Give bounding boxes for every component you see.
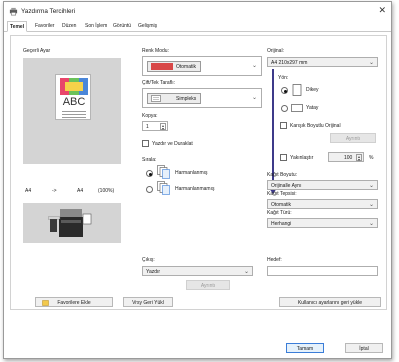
text-line: [62, 114, 86, 115]
restore-user-settings-button[interactable]: Kullanıcı ayarlarını geri yükle: [279, 297, 381, 307]
zoom-checkbox[interactable]: [280, 154, 287, 161]
uncollated-radio[interactable]: [146, 186, 153, 193]
destination-input[interactable]: [267, 266, 378, 276]
collated-label: Harmanlanmış: [175, 170, 208, 176]
landscape-label: Yatay: [306, 105, 319, 111]
duplex-value: Simpleks: [147, 93, 202, 104]
orientation-label: Yön:: [278, 75, 289, 81]
tab-finishing[interactable]: Son İşlem: [85, 23, 107, 29]
favorite-folder-icon: [42, 300, 49, 306]
tab-basic[interactable]: Temel: [7, 21, 28, 32]
color-mode-label: Renk Modu:: [142, 48, 169, 54]
source-size: A4: [25, 188, 32, 194]
color-mode-select[interactable]: Otomatik ⌄: [142, 56, 262, 76]
original-label: Orijinal:: [267, 48, 284, 54]
copies-stepper[interactable]: 1 ▴ ▾: [142, 121, 168, 131]
original-detail-button[interactable]: Ayrıntı: [330, 133, 376, 143]
landscape-icon: [291, 104, 303, 112]
paper-tray-label: Kağıt Tepsisi:: [267, 191, 297, 197]
preview-sample-text: ABC: [62, 96, 86, 108]
text-line: [62, 117, 86, 118]
duplex-select[interactable]: Simpleks ⌄: [142, 88, 262, 108]
tab-strip: Temel Favoriler Düzen Son İşlem Görüntü …: [4, 21, 391, 32]
tab-image[interactable]: Görüntü: [113, 23, 131, 29]
tab-layout[interactable]: Düzen: [62, 23, 76, 29]
chevron-down-icon: ⌄: [368, 221, 374, 227]
landscape-radio[interactable]: [281, 105, 288, 112]
paper-tray-select[interactable]: Otomatik ⌄: [267, 199, 378, 209]
print-preferences-window: Yazdırma Tercihleri ✕ Temel Favoriler Dü…: [3, 1, 392, 359]
size-arrow: ->: [52, 188, 57, 194]
tab-favorites[interactable]: Favoriler: [35, 23, 54, 29]
print-and-pause-label: Yazdır ve Duraklat: [152, 141, 193, 147]
mixed-size-label: Karışık Boyutlu Orijinal: [290, 123, 341, 129]
auto-color-icon: [151, 63, 173, 70]
page-preview: ABC: [23, 58, 121, 164]
cancel-button[interactable]: İptal: [345, 343, 383, 353]
zoom-stepper[interactable]: 100 ▴ ▾: [328, 152, 364, 162]
paper-size-select[interactable]: Orijinalle Aynı ⌄: [267, 180, 378, 190]
uncollated-icon: [157, 181, 170, 195]
paper-size-label: Kağıt Boyutu:: [267, 172, 298, 178]
collate-label: Sırala:: [142, 157, 157, 163]
close-icon[interactable]: ✕: [378, 6, 386, 15]
color-mode-value: Otomatik: [147, 61, 202, 72]
title-bar: Yazdırma Tercihleri ✕: [4, 2, 391, 21]
mixed-size-checkbox[interactable]: [280, 122, 287, 129]
chevron-down-icon: ⌄: [368, 60, 374, 66]
destination-label: Hedef:: [267, 257, 282, 263]
output-label: Çıkış:: [142, 257, 155, 263]
print-and-pause-checkbox[interactable]: [142, 140, 149, 147]
portrait-label: Dikey: [306, 87, 319, 93]
chevron-down-icon: ⌄: [368, 183, 374, 189]
text-line: [62, 111, 86, 112]
current-setting-heading: Geçerli Ayar: [23, 48, 51, 54]
printer-machine-icon: [48, 209, 92, 237]
portrait-radio[interactable]: [281, 87, 288, 94]
printer-app-icon: [9, 7, 18, 16]
output-detail-button[interactable]: Ayrıntı: [186, 280, 230, 290]
chevron-down-icon: ⌄: [251, 95, 257, 101]
window-title: Yazdırma Tercihleri: [21, 8, 76, 15]
spin-arrows-icon[interactable]: ▴ ▾: [356, 154, 362, 162]
duplex-label: Çift/Tek Taraflı:: [142, 80, 175, 86]
scale-percent: (100%): [98, 188, 115, 194]
original-size-select[interactable]: A4 210x297 mm ⌄: [267, 57, 378, 67]
chevron-down-icon: ⌄: [251, 63, 257, 69]
simplex-page-icon: [151, 95, 161, 102]
color-image-icon: [60, 78, 88, 95]
portrait-icon: [292, 84, 302, 96]
paper-type-label: Kağıt Türü:: [267, 210, 292, 216]
basic-settings-panel: Geçerli Ayar ABC A4 -> A4 (100%) Renk Mo…: [10, 35, 387, 310]
restore-defaults-button[interactable]: Vrsy Geri Yükl: [123, 297, 173, 307]
tab-advanced[interactable]: Gelişmiş: [138, 23, 157, 29]
collated-icon: [157, 165, 170, 179]
output-select[interactable]: Yazdır ⌄: [142, 266, 253, 276]
ok-button[interactable]: Tamam: [286, 343, 324, 353]
collated-radio[interactable]: [146, 170, 153, 177]
chevron-down-icon: ⌄: [243, 269, 249, 275]
chevron-down-icon: ⌄: [368, 202, 374, 208]
uncollated-label: Harmanlanmamış: [175, 186, 215, 192]
destination-size: A4: [77, 188, 84, 194]
preview-page: ABC: [55, 74, 91, 120]
zoom-unit: %: [369, 155, 374, 161]
add-to-favorites-button[interactable]: Favorilere Ekle: [35, 297, 113, 307]
copies-label: Kopya:: [142, 113, 158, 119]
paper-type-select[interactable]: Herhangi ⌄: [267, 218, 378, 228]
spin-arrows-icon[interactable]: ▴ ▾: [160, 123, 166, 131]
zoom-label: Yakınlaştır: [290, 155, 314, 161]
printer-preview: [23, 203, 121, 243]
